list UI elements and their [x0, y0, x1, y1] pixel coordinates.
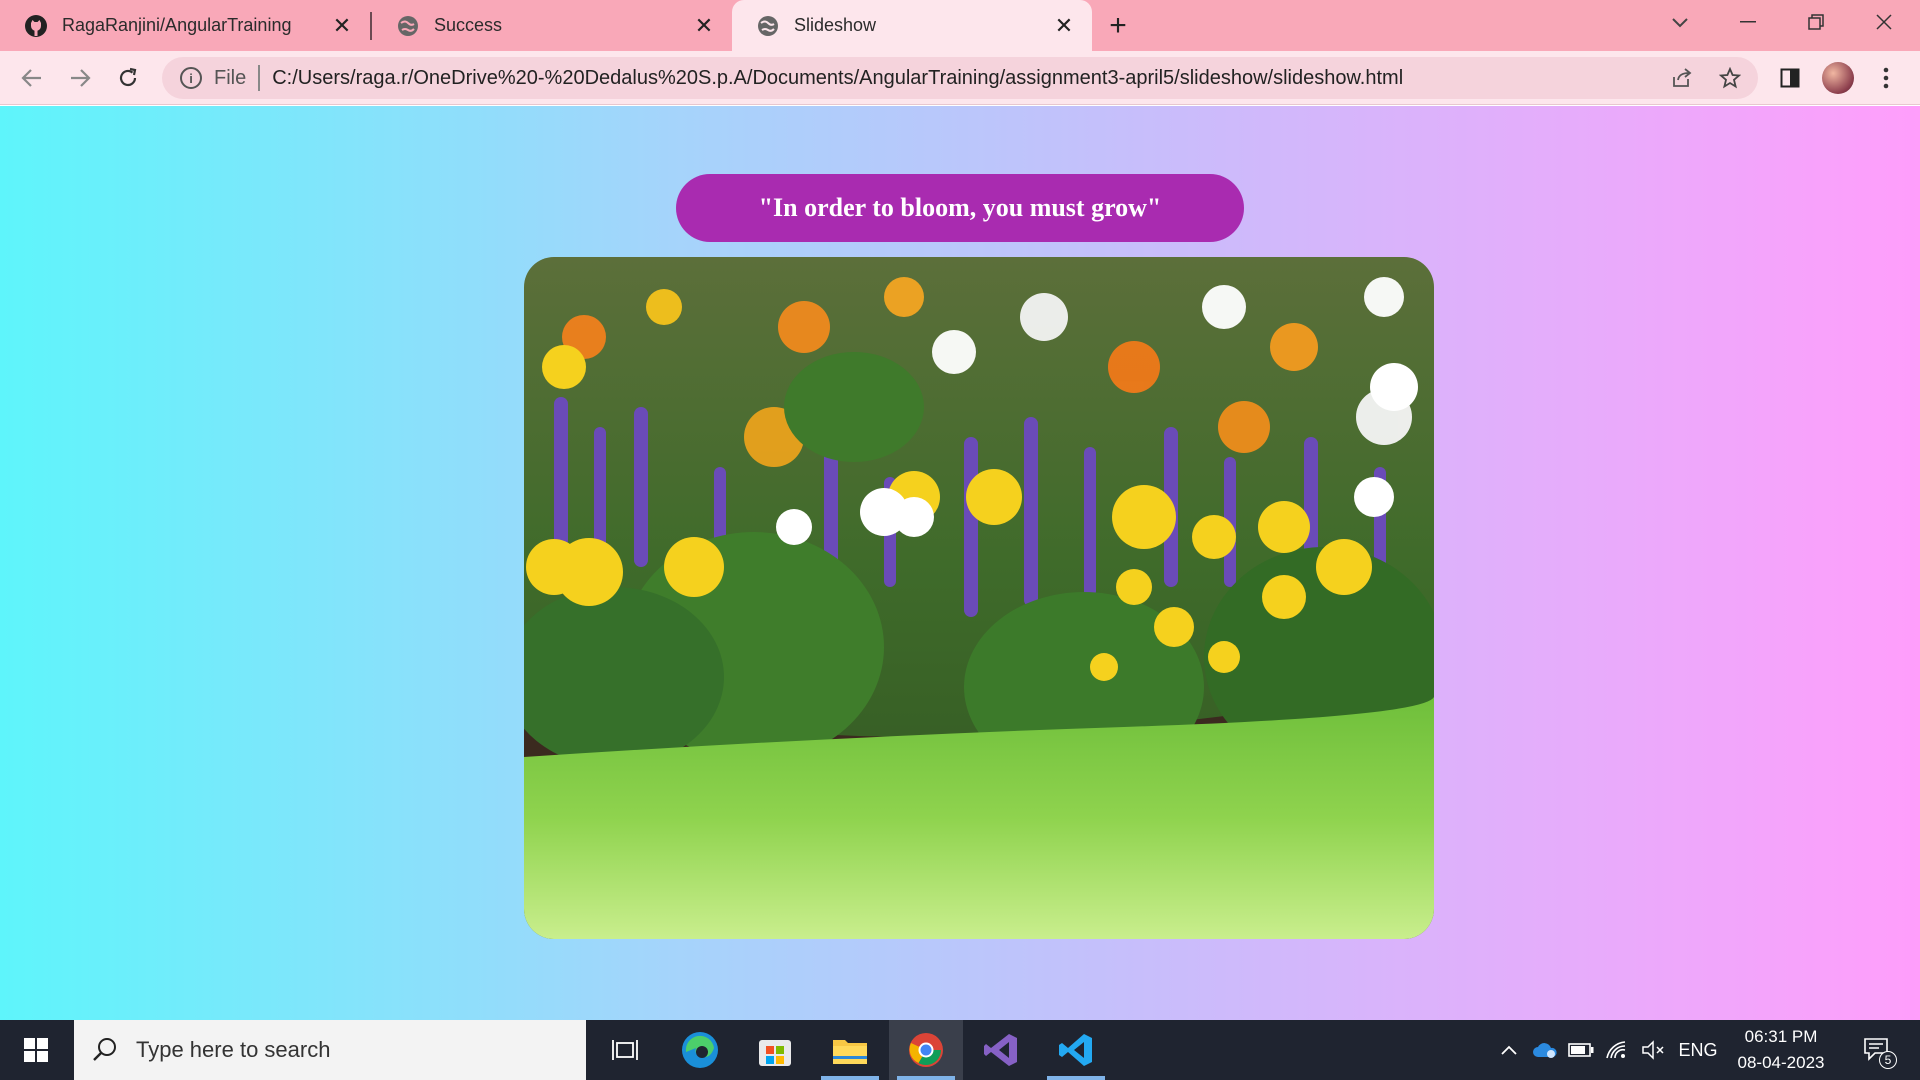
divider	[258, 65, 261, 91]
back-arrow-icon[interactable]	[12, 58, 52, 98]
clock[interactable]: 06:31 PM 08-04-2023	[1726, 1020, 1836, 1080]
tab-success[interactable]: Success ✕	[372, 0, 732, 51]
show-hidden-icons-chevron-icon[interactable]	[1494, 1020, 1524, 1080]
windows-icon	[24, 1038, 48, 1062]
task-view-icon[interactable]	[588, 1020, 662, 1080]
more-menu-icon[interactable]	[1866, 58, 1906, 98]
side-panel-icon[interactable]	[1770, 58, 1810, 98]
tab-search-chevron-icon[interactable]	[1646, 0, 1714, 44]
scheme-label: File	[214, 66, 247, 89]
visual-studio-icon[interactable]	[964, 1020, 1038, 1080]
notification-count-badge: 5	[1879, 1051, 1897, 1069]
vscode-icon[interactable]	[1039, 1020, 1113, 1080]
url-text[interactable]: C:/Users/raga.r/OneDrive%20-%20Dedalus%2…	[272, 67, 1403, 90]
tab-strip: RagaRanjini/AngularTraining ✕ Success ✕ …	[0, 0, 1920, 51]
github-icon	[24, 14, 48, 38]
close-icon[interactable]: ✕	[692, 13, 716, 38]
wifi-icon[interactable]	[1600, 1020, 1634, 1080]
globe-icon	[396, 14, 420, 38]
address-bar[interactable]: i File C:/Users/raga.r/OneDrive%20-%20De…	[162, 57, 1758, 99]
slideshow-image	[524, 257, 1434, 939]
notification-icon: 5	[1863, 1037, 1897, 1069]
share-icon[interactable]	[1664, 60, 1700, 96]
quote-banner: "In order to bloom, you must grow"	[676, 174, 1244, 242]
taskbar-search-input[interactable]: Type here to search	[74, 1020, 586, 1080]
tab-title: Slideshow	[794, 15, 877, 35]
window-close-icon[interactable]	[1850, 0, 1918, 44]
flower-garden-illustration	[524, 257, 1434, 939]
clock-time: 06:31 PM	[1744, 1027, 1818, 1046]
chrome-icon[interactable]	[889, 1020, 963, 1080]
tab-angular-training[interactable]: RagaRanjini/AngularTraining ✕	[0, 0, 370, 51]
close-icon[interactable]: ✕	[1052, 13, 1076, 38]
restore-icon[interactable]	[1782, 0, 1850, 44]
onedrive-icon[interactable]	[1528, 1020, 1562, 1080]
globe-icon	[756, 14, 780, 38]
start-button[interactable]	[0, 1020, 72, 1080]
forward-arrow-icon[interactable]	[60, 58, 100, 98]
store-icon[interactable]	[738, 1020, 812, 1080]
avatar	[1822, 62, 1854, 94]
tab-title: Success	[434, 15, 503, 35]
file-explorer-icon[interactable]	[813, 1020, 887, 1080]
edge-icon[interactable]	[663, 1020, 737, 1080]
speaker-muted-icon[interactable]	[1636, 1020, 1670, 1080]
reload-icon[interactable]	[108, 58, 148, 98]
search-icon	[93, 1038, 116, 1061]
battery-icon[interactable]	[1564, 1020, 1598, 1080]
taskbar: Type here to search ENG 06:31 PM 08-04-2…	[0, 1020, 1920, 1080]
site-info-icon[interactable]: i	[180, 67, 202, 89]
browser-toolbar: i File C:/Users/raga.r/OneDrive%20-%20De…	[0, 51, 1920, 105]
bookmark-star-icon[interactable]	[1712, 60, 1748, 96]
minimize-icon[interactable]	[1714, 0, 1782, 44]
page-viewport: "In order to bloom, you must grow"	[0, 106, 1920, 1020]
tab-title: RagaRanjini/AngularTraining	[62, 15, 292, 35]
search-placeholder: Type here to search	[136, 1037, 331, 1062]
tab-slideshow[interactable]: Slideshow ✕	[732, 0, 1092, 51]
notification-center-button[interactable]: 5	[1850, 1020, 1906, 1080]
clock-date: 08-04-2023	[1737, 1053, 1825, 1072]
profile-avatar[interactable]	[1818, 58, 1858, 98]
new-tab-button[interactable]: +	[1092, 0, 1144, 51]
close-icon[interactable]: ✕	[330, 13, 354, 38]
language-indicator[interactable]: ENG	[1674, 1020, 1722, 1080]
